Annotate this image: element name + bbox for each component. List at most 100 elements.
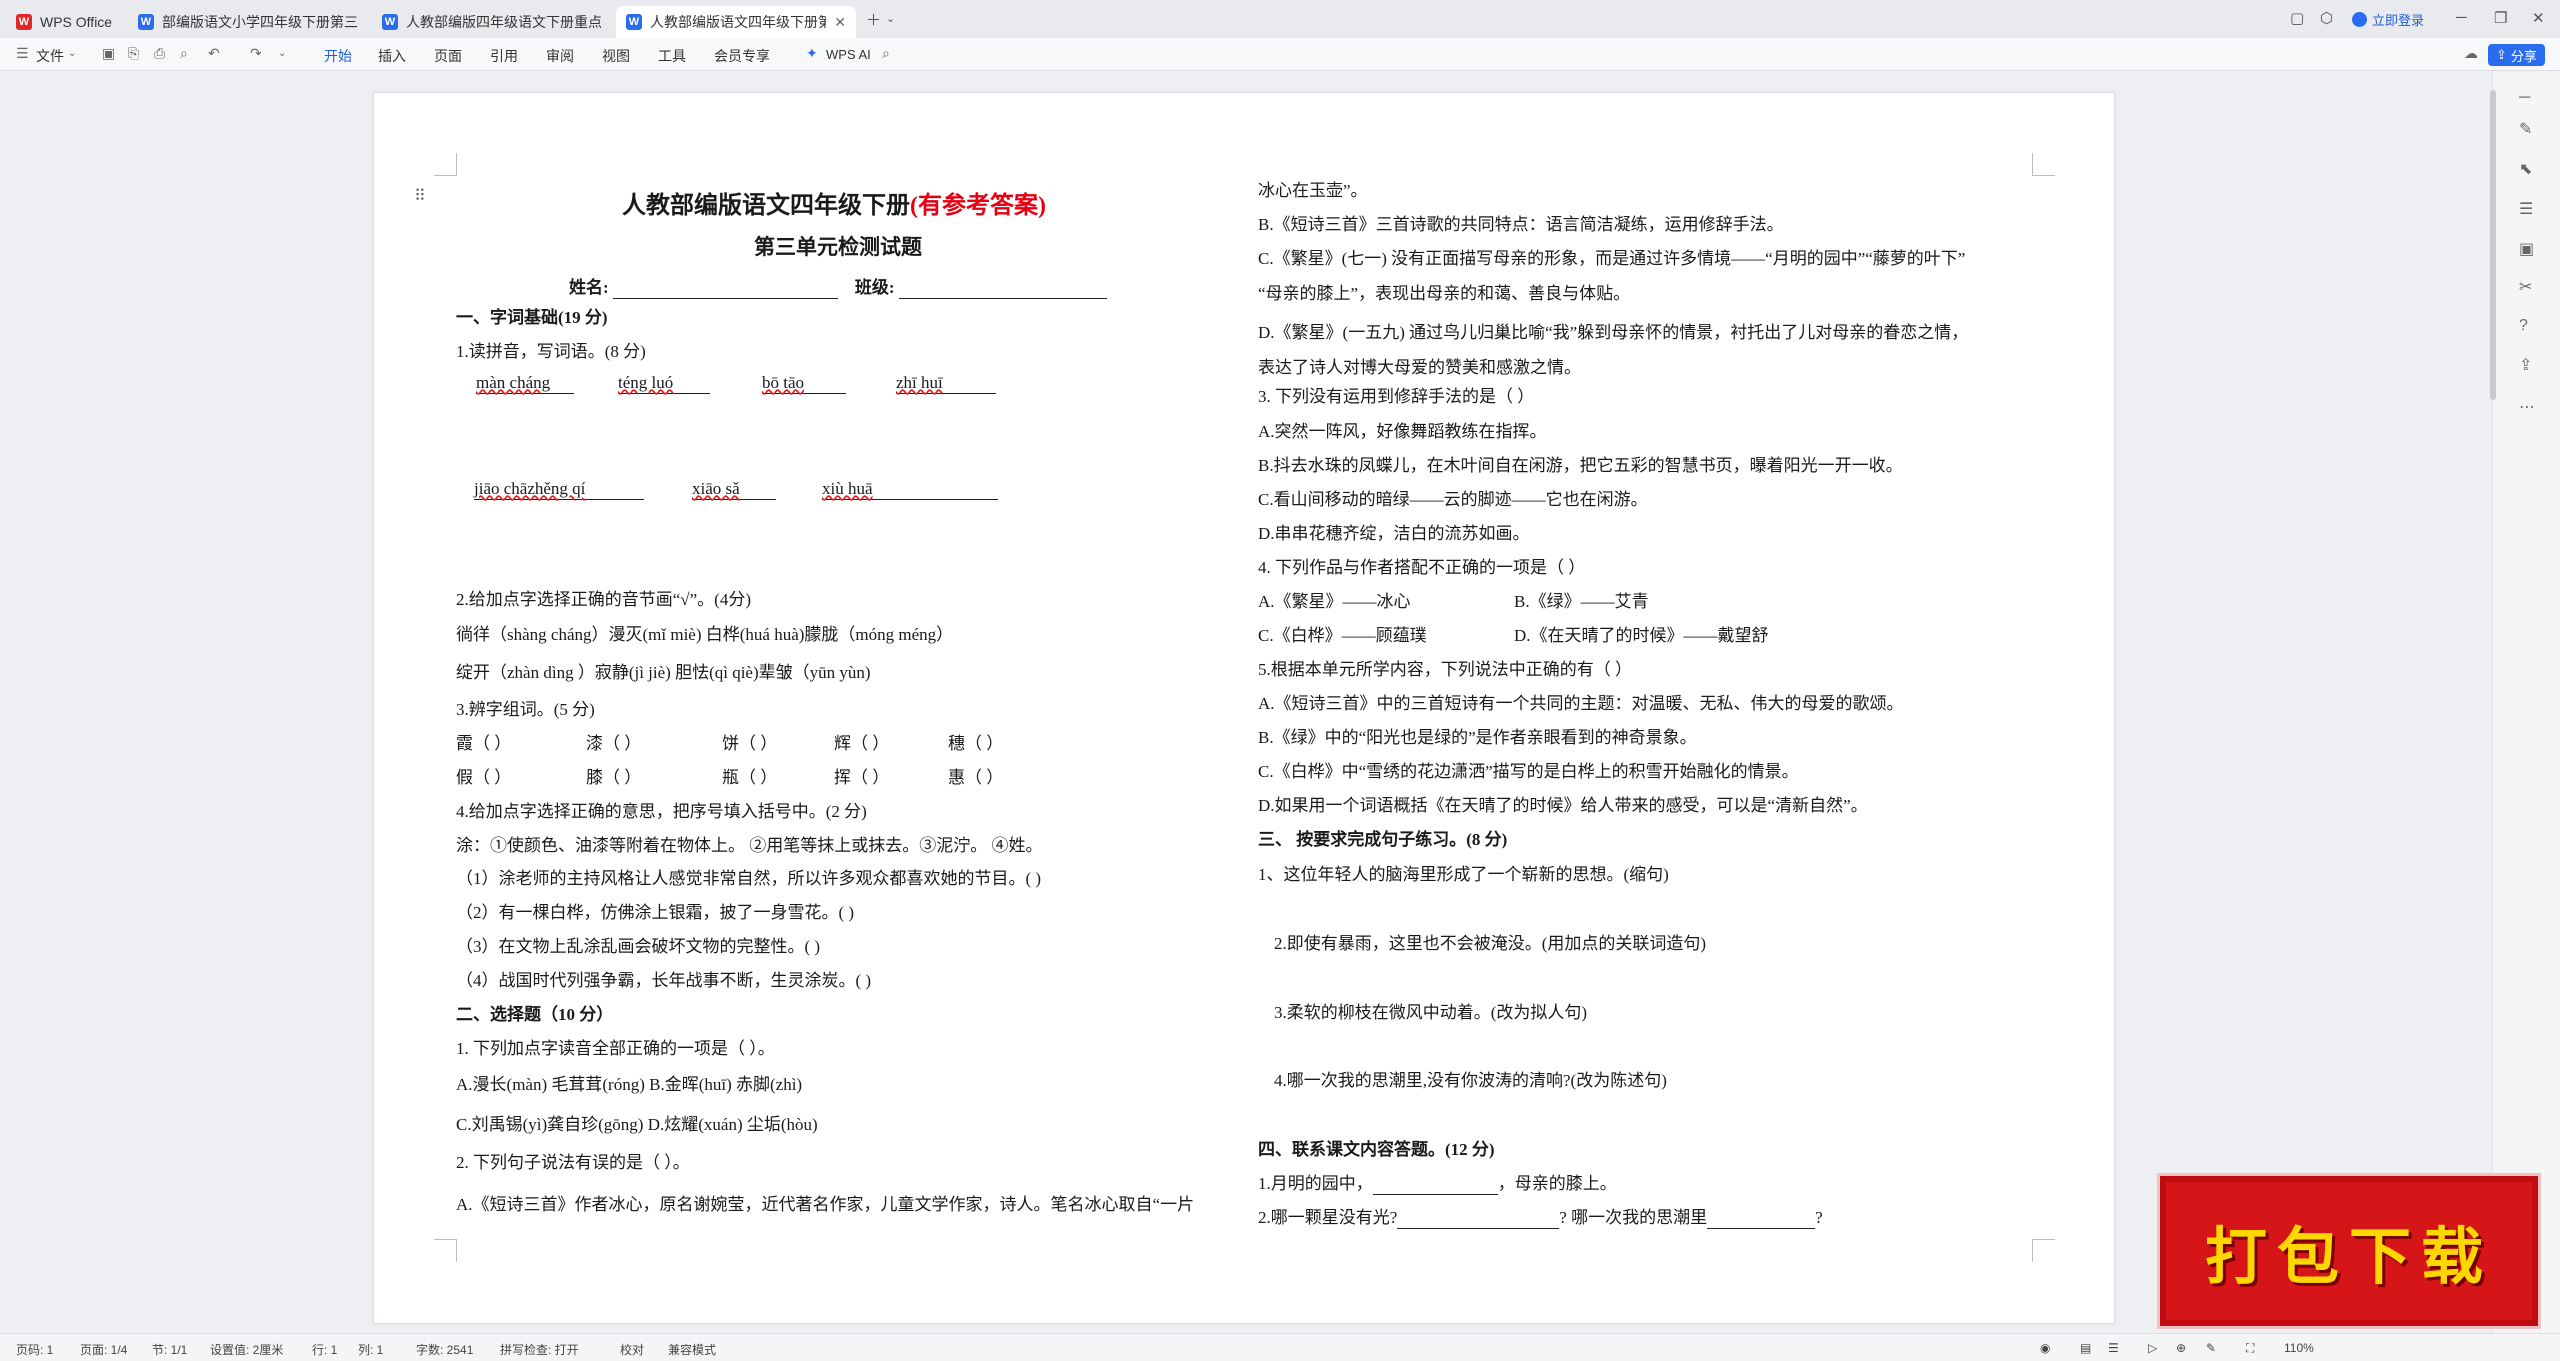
outline-icon[interactable]: ☰ (2108, 1341, 2119, 1355)
undo-icon[interactable]: ↶ (208, 45, 220, 62)
question-line: 4.给加点字选择正确的意思，把序号填入括号中。(2 分) (456, 802, 867, 821)
tab-label: 部编版语文小学四年级下册第三单元 (162, 14, 358, 30)
bianzi-item: 瓶（ ） (722, 768, 778, 787)
new-tab-icon[interactable]: ＋ (866, 9, 881, 30)
search-icon[interactable]: ⌕ (882, 45, 890, 62)
crop-mark (2032, 1239, 2055, 1262)
minimize-icon[interactable]: ─ (2456, 9, 2467, 26)
question-line: B.《绿》中的“阳光也是绿的”是作者亲眼看到的神奇景象。 (1258, 728, 1697, 747)
share-button[interactable]: ⇪ 分享 (2488, 44, 2545, 66)
wps-icon: W (16, 14, 32, 30)
cloud-icon[interactable]: ☁ (2464, 45, 2478, 62)
question-line: C.刘禹锡(yì)龚自珍(gōng) D.炫耀(xuán) 尘垢(hòu) (456, 1115, 818, 1134)
crop-mark (434, 1239, 457, 1262)
right-sidebar: ─ ✎ ⬉ ☰ ▣ ✂ ? ⇪ ⋯ (2492, 71, 2560, 1333)
file-menu[interactable]: 文件 (36, 46, 64, 66)
redo-icon[interactable]: ↷ (250, 45, 262, 62)
bianzi-item: 穗（ ） (948, 734, 1004, 753)
bianzi-item: 辉（ ） (834, 734, 890, 753)
collapse-icon[interactable]: ─ (2519, 89, 2530, 107)
question-line: （3）在文物上乱涂乱画会破坏文物的完整性。( ) (456, 937, 821, 956)
more-icon[interactable]: ⋯ (2519, 397, 2535, 417)
image-icon[interactable]: ▣ (2519, 239, 2534, 259)
eye-icon[interactable]: ◉ (2040, 1341, 2050, 1355)
status-section[interactable]: 节: 1/1 (152, 1341, 187, 1358)
drag-handle-icon[interactable]: ⠿ (414, 186, 426, 206)
status-pages[interactable]: 页面: 1/4 (80, 1341, 127, 1358)
pen-icon[interactable]: ✎ (2206, 1341, 2216, 1355)
window-layout-icon[interactable]: ▢ (2290, 9, 2304, 27)
bianzi-item: 挥（ ） (834, 768, 890, 787)
status-setting[interactable]: 设置值: 2厘米 (210, 1341, 283, 1358)
pinyin-item: téng luó (618, 373, 710, 394)
answer-option: C.《白桦》——顾蕴璞 (1258, 626, 1427, 645)
chevron-down-icon[interactable]: ⌄ (68, 48, 76, 59)
fit-icon[interactable]: ⛶ (2246, 1341, 2254, 1356)
section-1-heading: 一、字词基础(19 分) (456, 308, 608, 327)
bianzi-item: 惠（ ） (948, 768, 1004, 787)
help-icon[interactable]: ? (2519, 317, 2528, 335)
doc-title: 人教部编版语文四年级下册(有参考答案) (622, 193, 1046, 219)
play-icon[interactable]: ▷ (2148, 1341, 2157, 1355)
question-line: D.《繁星》(一五九) 通过鸟儿归巢比喻“我”躲到母亲怀的情景，衬托出了儿对母亲… (1258, 323, 1969, 342)
sliders-icon[interactable]: ☰ (2519, 199, 2533, 219)
wps-ai-button[interactable]: WPS AI (826, 47, 871, 62)
tools-icon[interactable]: ✂ (2519, 277, 2532, 297)
menu-view[interactable]: 视图 (602, 46, 630, 66)
tab-document-3[interactable]: W 人教部编版语文四年级下册第 ✕ (616, 6, 856, 38)
question-line: C.看山间移动的暗绿——云的脚迹——它也在闲游。 (1258, 490, 1648, 509)
zoom-level[interactable]: 110% (2284, 1341, 2314, 1355)
scrollbar[interactable] (2490, 90, 2496, 400)
tab-label: WPS Office (40, 14, 113, 30)
menu-home[interactable]: 开始 (324, 46, 352, 73)
question-line: D.串串花穗齐绽，洁白的流苏如画。 (1258, 524, 1530, 543)
tab-wps-office[interactable]: W WPS Office (6, 6, 124, 38)
status-row[interactable]: 行: 1 (312, 1341, 337, 1358)
section-3-heading: 三、 按要求完成句子练习。(8 分) (1258, 830, 1508, 849)
status-words[interactable]: 字数: 2541 (416, 1341, 473, 1358)
menu-references[interactable]: 引用 (490, 46, 518, 66)
tab-label: 人教部编版四年级语文下册重点学校 (406, 14, 602, 30)
chevron-down-icon[interactable]: ⌄ (278, 48, 286, 59)
chevron-down-icon[interactable]: ⌄ (886, 12, 895, 25)
status-spellcheck[interactable]: 拼写检查: 打开 (500, 1341, 579, 1358)
menu-review[interactable]: 审阅 (546, 46, 574, 66)
status-compat[interactable]: 兼容模式 (668, 1341, 716, 1358)
document-page[interactable]: ⠿ 人教部编版语文四年级下册(有参考答案) 第三单元检测试题 姓名: 班级: 一… (374, 93, 2114, 1323)
web-icon[interactable]: ⊕ (2176, 1341, 2186, 1355)
select-icon[interactable]: ⬉ (2519, 159, 2532, 179)
close-window-icon[interactable]: ✕ (2532, 9, 2545, 27)
download-banner[interactable]: 打包下载 (2160, 1176, 2538, 1326)
close-icon[interactable]: ✕ (834, 14, 846, 31)
share-icon[interactable]: ⇪ (2519, 355, 2532, 375)
menu-insert[interactable]: 插入 (378, 46, 406, 66)
edit-icon[interactable]: ✎ (2519, 119, 2532, 139)
question-line: B.抖去水珠的凤蝶儿，在木叶间自在闲游，把它五彩的智慧书页，曝着阳光一开一收。 (1258, 456, 1903, 475)
menu-tools[interactable]: 工具 (658, 46, 686, 66)
restore-icon[interactable]: ❐ (2494, 9, 2507, 27)
question-line: 3.辨字组词。(5 分) (456, 700, 595, 719)
status-col[interactable]: 列: 1 (358, 1341, 383, 1358)
cube-icon[interactable]: ⬡ (2320, 9, 2333, 27)
status-page[interactable]: 页码: 1 (16, 1341, 53, 1358)
login-button[interactable]: 立即登录 (2352, 10, 2424, 29)
menu-icon[interactable]: ☰ (16, 45, 29, 62)
save-icon[interactable]: ▣ (102, 45, 115, 62)
print-preview-icon[interactable]: ⌕ (180, 45, 188, 62)
page-view-icon[interactable]: ▤ (2080, 1341, 2091, 1355)
status-proof[interactable]: 校对 (620, 1341, 644, 1358)
status-bar: 页码: 1 页面: 1/4 节: 1/1 设置值: 2厘米 行: 1 列: 1 … (0, 1333, 2560, 1361)
section-4-heading: 四、联系课文内容答题。(12 分) (1258, 1140, 1495, 1159)
menu-page[interactable]: 页面 (434, 46, 462, 66)
tab-document-1[interactable]: W 部编版语文小学四年级下册第三单元 (128, 6, 368, 38)
question-line: 3.柔软的柳枝在微风中动着。(改为拟人句) (1274, 1003, 1588, 1022)
print-icon[interactable]: ⎙ (154, 45, 165, 62)
question-line: 2.哪一颗星没有光? ? 哪一次我的思潮里 ? (1258, 1208, 1823, 1229)
tab-document-2[interactable]: W 人教部编版四年级语文下册重点学校 (372, 6, 612, 38)
menu-member[interactable]: 会员专享 (714, 46, 770, 66)
question-line: D.如果用一个词语概括《在天晴了的时候》给人带来的感受，可以是“清新自然”。 (1258, 796, 1868, 815)
word-doc-icon: W (138, 14, 154, 30)
question-line: 绽开（zhàn dìng ）寂静(jì jiè) 胆怯(qì qiè)辈皱（yū… (456, 663, 871, 682)
question-line: 2. 下列句子说法有误的是（ ）。 (456, 1153, 690, 1172)
export-pdf-icon[interactable]: ⎘ (128, 45, 139, 62)
